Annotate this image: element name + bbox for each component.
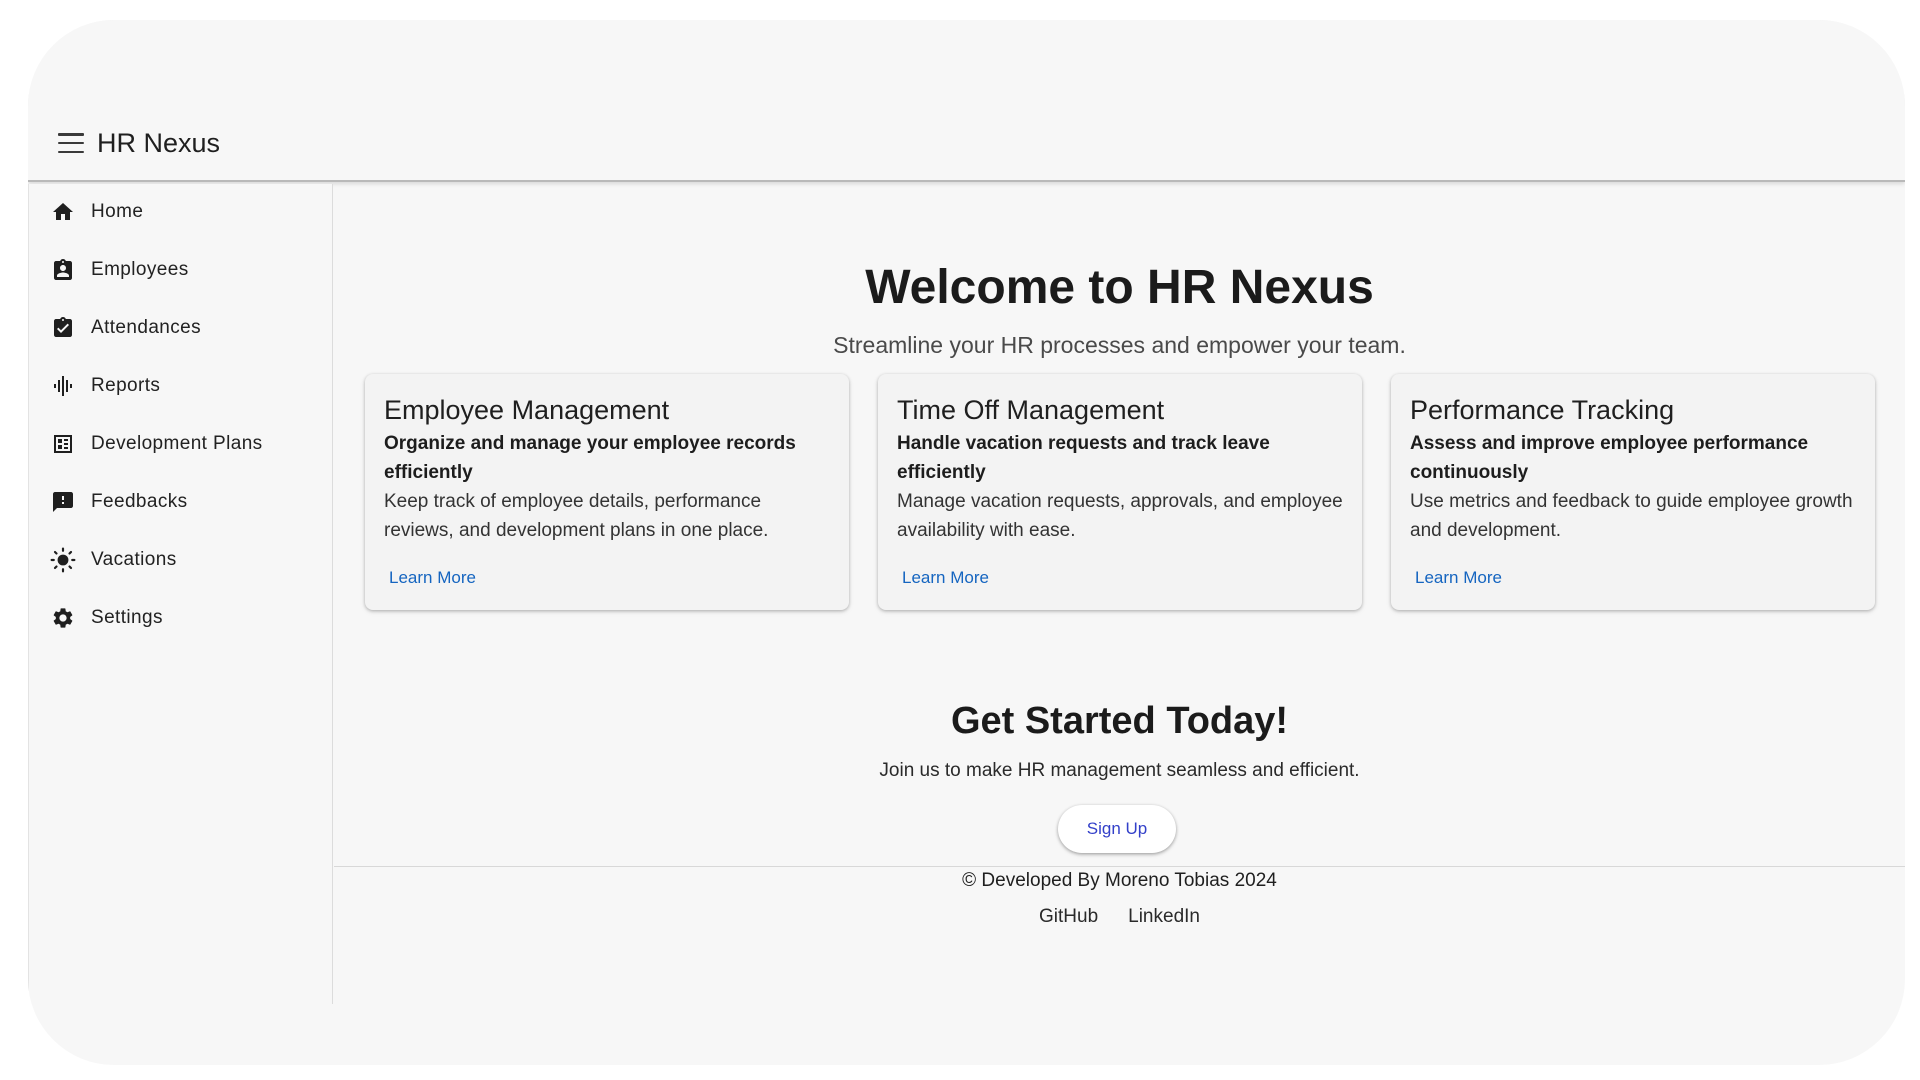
- main-content: Welcome to HR Nexus Streamline your HR p…: [334, 184, 1905, 1004]
- sun-icon: [50, 547, 76, 573]
- card-title: Employee Management: [384, 395, 670, 425]
- learn-more-link[interactable]: Learn More: [389, 566, 476, 590]
- feedback-icon: [50, 489, 76, 515]
- card-body: Keep track of employee details, performa…: [384, 491, 769, 541]
- sidebar-item-attendances[interactable]: Attendances: [29, 304, 332, 352]
- sidebar-item-label: Feedbacks: [91, 491, 188, 512]
- sidebar-item-label: Home: [91, 201, 144, 222]
- sidebar-item-settings[interactable]: Settings: [29, 594, 332, 642]
- footer-divider: [334, 866, 1905, 867]
- sidebar-item-development-plans[interactable]: Development Plans: [29, 420, 332, 468]
- badge-icon: [50, 257, 76, 283]
- card-subtitle: Organize and manage your employee record…: [384, 433, 796, 483]
- graphic-eq-icon: [50, 373, 76, 399]
- footer-copyright: © Developed By Moreno Tobias 2024: [962, 870, 1277, 891]
- card-body: Manage vacation requests, approvals, and…: [897, 491, 1343, 541]
- sidebar: Home Employees Attendances Reports Devel: [28, 184, 333, 1004]
- sidebar-item-employees[interactable]: Employees: [29, 246, 332, 294]
- sidebar-item-label: Employees: [91, 259, 189, 280]
- github-link[interactable]: GitHub: [1039, 906, 1098, 928]
- app-title: HR Nexus: [97, 128, 221, 158]
- feature-card-time-off-management: Time Off Management Handle vacation requ…: [878, 374, 1362, 610]
- sidebar-item-feedbacks[interactable]: Feedbacks: [29, 478, 332, 526]
- app-bar: HR Nexus: [28, 20, 1905, 182]
- sidebar-item-label: Attendances: [91, 317, 202, 338]
- sidebar-item-label: Reports: [91, 375, 161, 396]
- feature-card-employee-management: Employee Management Organize and manage …: [365, 374, 849, 610]
- feature-card-performance-tracking: Performance Tracking Assess and improve …: [1391, 374, 1875, 610]
- sidebar-item-reports[interactable]: Reports: [29, 362, 332, 410]
- card-subtitle: Assess and improve employee performance …: [1410, 433, 1809, 483]
- learn-more-link[interactable]: Learn More: [1415, 566, 1502, 590]
- sign-up-button[interactable]: Sign Up: [1058, 805, 1176, 853]
- sidebar-item-label: Development Plans: [91, 433, 263, 454]
- card-title: Time Off Management: [897, 395, 1165, 425]
- sidebar-item-label: Settings: [91, 607, 163, 628]
- menu-icon[interactable]: [58, 133, 84, 153]
- sidebar-item-home[interactable]: Home: [29, 188, 332, 236]
- gear-icon: [50, 605, 76, 631]
- card-body: Use metrics and feedback to guide employ…: [1410, 491, 1853, 541]
- page-title: Welcome to HR Nexus: [865, 261, 1374, 314]
- app-window: HR Nexus Home Employees Attendances Repo…: [28, 20, 1905, 1065]
- sidebar-item-vacations[interactable]: Vacations: [29, 536, 332, 584]
- footer-links: GitHub LinkedIn: [334, 906, 1905, 928]
- home-icon: [50, 199, 76, 225]
- dashboard-icon: [50, 431, 76, 457]
- cta-title: Get Started Today!: [950, 700, 1289, 742]
- sidebar-item-label: Vacations: [91, 549, 177, 570]
- cta-text: Join us to make HR management seamless a…: [879, 760, 1360, 781]
- learn-more-link[interactable]: Learn More: [902, 566, 989, 590]
- assignment-check-icon: [50, 315, 76, 341]
- page-subtitle: Streamline your HR processes and empower…: [833, 332, 1406, 358]
- linkedin-link[interactable]: LinkedIn: [1128, 906, 1200, 928]
- card-title: Performance Tracking: [1410, 395, 1675, 425]
- card-subtitle: Handle vacation requests and track leave…: [897, 433, 1270, 483]
